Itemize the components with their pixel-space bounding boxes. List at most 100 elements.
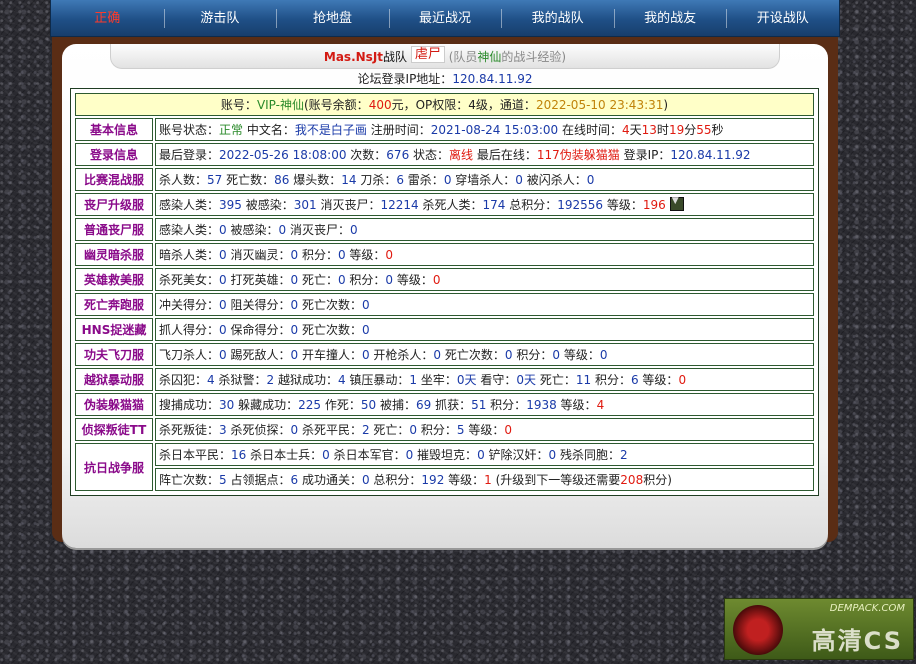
nav-item-my-team[interactable]: 我的战队 (501, 0, 614, 36)
ghost-cell: 暗杀人类：0 消灭幽灵：0 积分：0 等级：0 (155, 243, 814, 266)
stat-text: 6 (630, 373, 639, 387)
stat-text: 天 (464, 373, 477, 387)
stat-text: 0 (290, 348, 299, 362)
stat-text: 0 (504, 348, 513, 362)
stat-text: 0 (385, 273, 394, 287)
nav-item-current[interactable]: 正确 (51, 0, 164, 36)
unit: 天 (629, 123, 642, 137)
stat-text: 杀狱警： (214, 373, 267, 387)
last-online-server: 117伪装躲猫猫 (536, 148, 620, 162)
table-row: 侦探叛徒TT 杀死叛徒：3 杀死侦探：0 杀死平民：2 死亡：0 积分：5 等级… (75, 418, 814, 441)
watermark: DEMPACK.COM 高清CS (724, 598, 914, 660)
stat-text: 0 (278, 223, 287, 237)
stat-text: 192 (421, 473, 445, 487)
field-label: 中文名： (243, 123, 295, 137)
channel-label: ，通道： (487, 98, 536, 112)
nav-item-guerrilla[interactable]: 游击队 (163, 0, 277, 36)
stat-text: 死亡数： (222, 173, 275, 187)
stat-text: 0 (219, 298, 227, 312)
stat-text: 积分： (417, 423, 457, 437)
stat-text: 4 (596, 398, 605, 412)
stat-text: 等级： (393, 273, 433, 287)
stat-text: 等级： (464, 423, 505, 437)
field-label: 状态： (409, 148, 450, 162)
row-label-kungfu: 功夫飞刀服 (75, 343, 153, 366)
forum-ip: 论坛登录IP地址：120.84.11.92 (62, 70, 828, 87)
nav-item-create-team[interactable]: 开设战队 (726, 0, 839, 36)
nav-item-territory[interactable]: 抢地盘 (276, 0, 389, 36)
account-label: 账号： (220, 98, 257, 112)
title-paren-close: 的战斗经验) (501, 50, 567, 64)
stat-text: 0 (219, 323, 227, 337)
login-count: 676 (386, 148, 410, 162)
member-name: 神仙 (477, 50, 502, 64)
stat-text: 0 (219, 223, 227, 237)
stat-text: 越狱成功： (274, 373, 338, 387)
death-run-cell: 冲关得分：0 阻关得分：0 死亡次数：0 (155, 293, 814, 316)
level-icon (669, 196, 684, 211)
stat-text: 0 (322, 448, 330, 462)
team-word: 战队 (383, 50, 408, 64)
table-row: 英雄救美服 杀死美女：0 打死英雄：0 死亡：0 积分：0 等级：0 (75, 268, 814, 291)
stat-text: 6 (290, 473, 299, 487)
account-name: VIP-神仙 (256, 98, 304, 112)
nav-item-recent-battles[interactable]: 最近战况 (388, 0, 502, 36)
row-label-basic: 基本信息 (75, 118, 153, 141)
account-row: 账号：VIP-神仙(账号余额：400元，OP权限：4级，通道：2022-05-1… (75, 93, 814, 116)
unit: 秒 (711, 123, 724, 137)
stat-text: 16 (231, 448, 247, 462)
war-cell-2: 阵亡次数：5 占领据点：6 成功通关：0 总积分：192 等级：1 (升级到下一… (155, 468, 814, 491)
stat-text: 0 (361, 473, 370, 487)
stat-text: 0 (456, 373, 465, 387)
stat-text: 抓获： (431, 398, 472, 412)
stat-text: 感染人类： (159, 198, 220, 212)
stat-text: 被闪杀人： (522, 173, 587, 187)
stat-text: 杀死叛徒： (159, 423, 220, 437)
field-label: 注册时间： (366, 123, 431, 137)
stat-text: 杀死人类： (418, 198, 483, 212)
stat-text: 1938 (526, 398, 557, 412)
last-login: 2022-05-26 18:08:00 (219, 148, 347, 162)
stat-text: 阵亡次数： (159, 473, 220, 487)
stat-text: 杀死美女： (159, 273, 220, 287)
stat-text: 刀杀： (356, 173, 397, 187)
stat-text: 杀日本平民： (159, 448, 232, 462)
stat-text: 0 (361, 323, 370, 337)
login-ip: 120.84.11.92 (670, 148, 751, 162)
stat-text: 0 (504, 423, 512, 437)
stat-text: 被捕： (376, 398, 416, 412)
top-nav: 正确 游击队 抢地盘 最近战况 我的战队 我的战友 开设战队 (50, 0, 840, 37)
stat-text: 踢死敌人： (226, 348, 291, 362)
field-label: 最后在线： (473, 148, 537, 162)
unit: 分 (684, 123, 697, 137)
stat-text: 3 (219, 423, 227, 437)
stat-text: (升级到下一等级还需要 (491, 473, 621, 487)
stat-text: 225 (298, 398, 322, 412)
unit: 时 (656, 123, 669, 137)
row-label-war: 抗日战争服 (75, 443, 153, 491)
stat-text: 杀死平民： (298, 423, 362, 437)
login-info-cell: 最后登录：2022-05-26 18:08:00 次数：676 状态：离线 最后… (155, 143, 814, 166)
stat-text: 5 (219, 473, 227, 487)
field-label: 登录IP： (619, 148, 671, 162)
nav-item-my-friends[interactable]: 我的战友 (613, 0, 727, 36)
stat-text: 感染人类： (159, 223, 220, 237)
stat-text: 躲藏成功： (234, 398, 299, 412)
stat-text: 4 (337, 373, 346, 387)
stats-table: 账号：VIP-神仙(账号余额：400元，OP权限：4级，通道：2022-05-1… (70, 88, 819, 496)
stat-text: 积分： (591, 373, 631, 387)
stat-text: 0 (477, 448, 485, 462)
team-name[interactable]: Mas.NsJt (324, 50, 383, 64)
stat-text: 4 (207, 373, 215, 387)
traitor-cell: 杀死叛徒：3 杀死侦探：0 杀死平民：2 死亡：0 积分：5 等级：0 (155, 418, 814, 441)
zombie-up-cell: 感染人类：395 被感染：301 消灭丧尸：12214 杀死人类：174 总积分… (155, 193, 814, 216)
role-badge: 虐尸 (410, 46, 445, 63)
hero-cell: 杀死美女：0 打死英雄：0 死亡：0 积分：0 等级：0 (155, 268, 814, 291)
field-label: 最后登录： (159, 148, 220, 162)
stat-text: 196 (642, 198, 666, 212)
stat-text: 0 (219, 273, 227, 287)
stat-text: 0 (599, 348, 608, 362)
row-label-ghost: 幽灵暗杀服 (75, 243, 153, 266)
stat-text: 6 (396, 173, 404, 187)
stat-text: 死亡： (536, 373, 576, 387)
